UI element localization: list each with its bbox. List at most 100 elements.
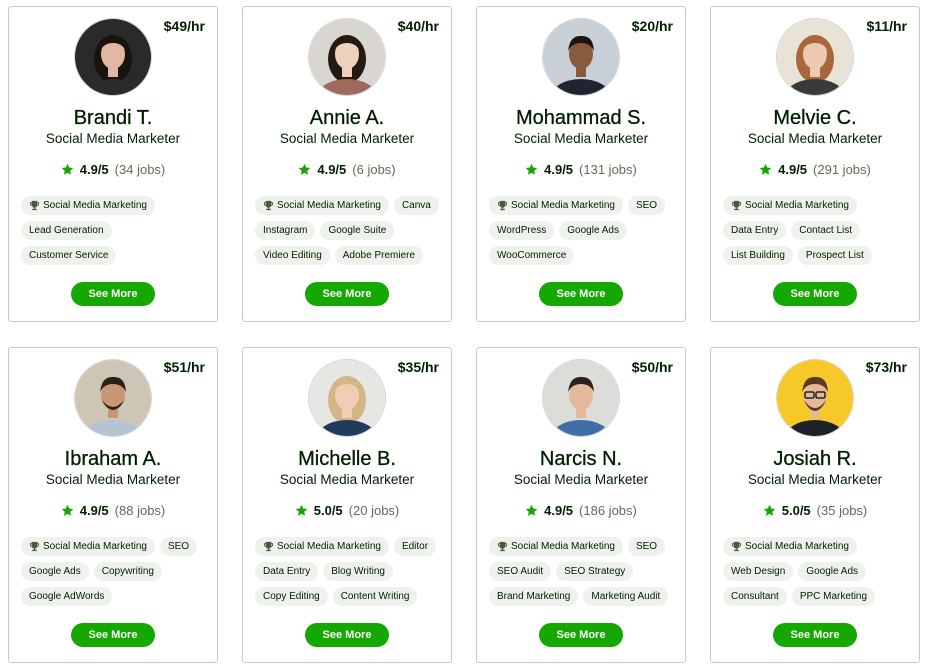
skill-tag[interactable]: WordPress [489,221,555,240]
trophy-icon [731,541,742,552]
skill-tag[interactable]: Contact List [791,221,861,240]
skill-tag[interactable]: Social Media Marketing [723,196,857,215]
freelancer-card: $51/hr Ibraham A. Social Media Marketer 4.9… [8,347,218,663]
skill-tag[interactable]: Social Media Marketing [489,537,623,556]
skill-tag[interactable]: Marketing Audit [583,587,669,606]
skill-tag-label: Contact List [799,225,853,236]
skill-tag[interactable]: Google Ads [798,562,867,581]
skill-tag-label: Customer Service [29,250,109,261]
skill-tag[interactable]: Google Suite [320,221,395,240]
hourly-rate: $35/hr [397,359,439,375]
avatar[interactable] [542,359,620,437]
skill-tag[interactable]: SEO [627,537,666,556]
freelancer-title: Social Media Marketer [45,131,181,146]
freelancer-name[interactable]: Josiah R. [711,448,919,471]
skill-tag[interactable]: PPC Marketing [791,587,876,606]
skill-tag[interactable]: Data Entry [255,562,319,581]
skill-tag-label: Social Media Marketing [43,200,147,211]
skill-tag[interactable]: Web Design [723,562,794,581]
skills-list: Social Media Marketing Web Design Google A… [723,537,911,606]
freelancer-name[interactable]: Melvie C. [711,107,919,130]
see-more-button[interactable]: See More [539,282,623,306]
freelancer-title: Social Media Marketer [45,472,181,487]
avatar[interactable] [74,359,152,437]
avatar[interactable] [74,18,152,96]
skill-tag[interactable]: Social Media Marketing [21,196,155,215]
see-more-button[interactable]: See More [305,623,389,647]
skill-tag[interactable]: Brand Marketing [489,587,579,606]
skill-tag-label: Social Media Marketing [277,541,381,552]
skill-tag[interactable]: Editor [393,537,437,556]
freelancer-card: $73/hr Josiah R. Social Media Marketer 5.0/… [710,347,920,663]
see-more-button[interactable]: See More [773,623,857,647]
skill-tag[interactable]: SEO Strategy [556,562,634,581]
freelancer-name[interactable]: Michelle B. [243,448,451,471]
jobs-count: (186 jobs) [579,503,637,518]
skill-tag[interactable]: WooCommerce [489,246,575,265]
skill-tag[interactable]: Social Media Marketing [489,196,623,215]
freelancer-card: $11/hr Melvie C. Social Media Marketer 4.9/… [710,6,920,322]
skills-list: Social Media Marketing SEO SEO Audit SEO St… [489,537,677,606]
skill-tag[interactable]: Canva [393,196,439,215]
trophy-icon [497,200,508,211]
rating: 4.9/5 (88 jobs) [9,503,217,518]
hourly-rate: $51/hr [163,359,205,375]
skill-tag[interactable]: Social Media Marketing [255,196,389,215]
star-icon [525,163,538,175]
skills-list: Social Media Marketing SEO WordPress Google… [489,196,677,265]
freelancer-name[interactable]: Mohammad S. [477,107,685,130]
rating-score: 5.0/5 [781,503,811,518]
skill-tag[interactable]: Prospect List [797,246,872,265]
jobs-count: (35 jobs) [816,503,868,518]
skill-tag[interactable]: SEO Audit [489,562,552,581]
skill-tag[interactable]: Social Media Marketing [21,537,155,556]
skill-tag-label: Instagram [263,225,308,236]
skill-tag[interactable]: Copywriting [93,562,162,581]
skill-tag-label: Social Media Marketing [277,200,381,211]
skill-tag[interactable]: Copy Editing [255,587,328,606]
skill-tag[interactable]: Social Media Marketing [255,537,389,556]
avatar[interactable] [308,18,386,96]
skill-tag[interactable]: Google Ads [559,221,627,240]
avatar[interactable] [776,359,854,437]
skill-tag[interactable]: Google Ads [21,562,89,581]
skill-tag[interactable]: Lead Generation [21,221,112,240]
see-more-button[interactable]: See More [773,282,857,306]
skill-tag[interactable]: SEO [159,537,198,556]
skill-tag[interactable]: Google AdWords [21,587,113,606]
skill-tag[interactable]: Adobe Premiere [334,246,424,265]
see-more-button[interactable]: See More [539,623,623,647]
freelancer-grid: $49/hr Brandi T. Social Media Marketer 4.9/… [8,6,920,663]
see-more-button[interactable]: See More [305,282,389,306]
skill-tag[interactable]: Consultant [723,587,787,606]
skills-list: Social Media Marketing Canva Instagram Goog… [255,196,443,265]
skill-tag[interactable]: Blog Writing [323,562,393,581]
see-more-button[interactable]: See More [71,282,155,306]
hourly-rate: $11/hr [866,18,907,34]
freelancer-title: Social Media Marketer [513,131,649,146]
skill-tag[interactable]: Video Editing [255,246,330,265]
skill-tag[interactable]: List Building [723,246,793,265]
see-more-button[interactable]: See More [71,623,155,647]
skill-tag[interactable]: Content Writing [332,587,418,606]
freelancer-name[interactable]: Narcis N. [477,448,685,471]
avatar[interactable] [308,359,386,437]
avatar[interactable] [542,18,620,96]
skill-tag[interactable]: Social Media Marketing [723,537,857,556]
freelancer-name[interactable]: Brandi T. [9,107,217,130]
skill-tag-label: Marketing Audit [591,591,661,602]
skill-tag[interactable]: Customer Service [21,246,117,265]
skill-tag[interactable]: SEO [627,196,666,215]
skill-tag-label: Editor [401,541,429,552]
freelancer-name[interactable]: Ibraham A. [9,448,217,471]
skill-tag[interactable]: Instagram [255,221,316,240]
skill-tag[interactable]: Data Entry [723,221,787,240]
freelancer-name[interactable]: Annie A. [243,107,451,130]
trophy-icon [29,200,40,211]
rating-score: 5.0/5 [313,503,343,518]
skill-tag-label: List Building [731,250,785,261]
star-icon [61,504,74,516]
avatar[interactable] [776,18,854,96]
skill-tag-label: Adobe Premiere [342,250,416,261]
skill-tag-label: SEO [167,541,190,552]
